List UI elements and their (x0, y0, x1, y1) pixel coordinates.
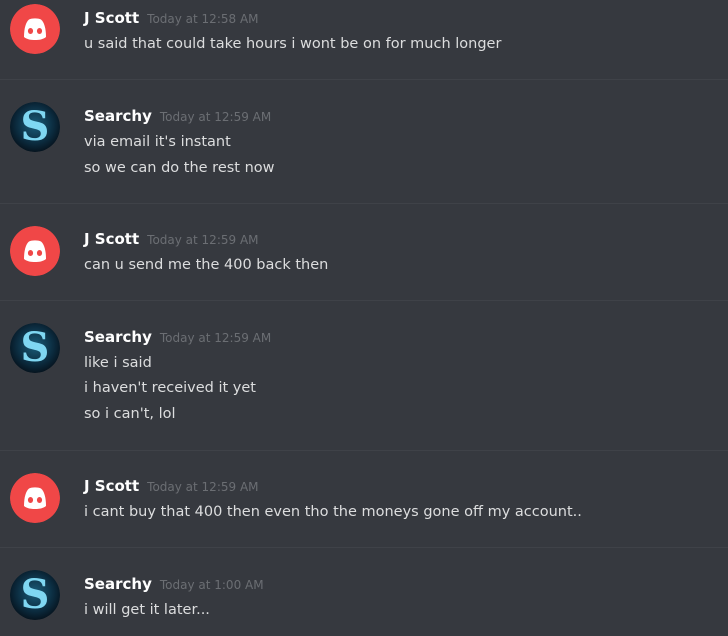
searchy-avatar-icon[interactable]: S (10, 102, 60, 152)
username[interactable]: J Scott (84, 477, 139, 495)
message-divider (0, 450, 728, 451)
svg-text:S: S (21, 571, 50, 618)
message-header: Searchy Today at 12:59 AM (84, 106, 271, 125)
message-text: can u send me the 400 back then (84, 257, 329, 273)
message-text: i cant buy that 400 then even tho the mo… (84, 504, 582, 520)
message-divider (0, 547, 728, 548)
svg-text:S: S (21, 324, 50, 371)
timestamp: Today at 12:59 AM (159, 331, 272, 345)
message-header: J Scott Today at 12:59 AM (84, 476, 259, 495)
timestamp: Today at 12:59 AM (159, 110, 272, 124)
discord-logo-icon[interactable] (10, 226, 60, 276)
message-text: like i said (84, 355, 152, 371)
message-header: J Scott Today at 12:59 AM (84, 229, 259, 248)
searchy-avatar-icon[interactable]: S (10, 570, 60, 620)
message-divider (0, 300, 728, 301)
username[interactable]: Searchy (84, 575, 152, 593)
message-divider (0, 79, 728, 80)
username[interactable]: Searchy (84, 107, 152, 125)
timestamp: Today at 12:59 AM (147, 233, 259, 247)
timestamp: Today at 12:58 AM (147, 12, 259, 26)
timestamp: Today at 1:00 AM (159, 578, 264, 592)
svg-text:S: S (21, 103, 50, 150)
discord-logo-icon[interactable] (10, 473, 60, 523)
message-text: so i can't, lol (84, 406, 176, 422)
username[interactable]: J Scott (84, 9, 139, 27)
message-header: Searchy Today at 1:00 AM (84, 574, 264, 593)
message-text: i haven't received it yet (84, 380, 256, 396)
message-text: via email it's instant (84, 134, 231, 150)
message-text: u said that could take hours i wont be o… (84, 36, 502, 52)
username[interactable]: Searchy (84, 328, 152, 346)
message-divider (0, 203, 728, 204)
message-text: so we can do the rest now (84, 160, 275, 176)
discord-logo-icon[interactable] (10, 4, 60, 54)
username[interactable]: J Scott (84, 230, 139, 248)
message-text: i will get it later... (84, 602, 210, 618)
message-header: J Scott Today at 12:58 AM (84, 8, 259, 27)
searchy-avatar-icon[interactable]: S (10, 323, 60, 373)
timestamp: Today at 12:59 AM (147, 480, 259, 494)
message-header: Searchy Today at 12:59 AM (84, 327, 271, 346)
